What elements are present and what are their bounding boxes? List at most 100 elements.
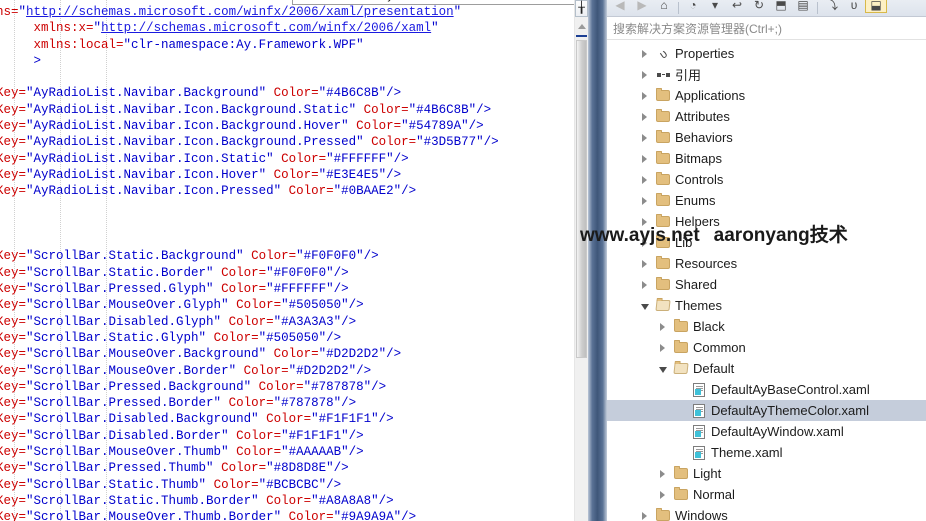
- xaml-code-editor[interactable]: ResourceDictionary ctionary xmlns="http:…: [0, 0, 588, 521]
- code-token: x:Key=: [0, 249, 27, 264]
- forward-button[interactable]: ▶: [631, 0, 653, 13]
- chevron-right-icon[interactable]: [637, 64, 653, 85]
- chevron-right-icon[interactable]: [655, 484, 671, 505]
- code-text-area[interactable]: ctionary xmlns="http://schemas.microsoft…: [0, 0, 575, 521]
- pane-splitter[interactable]: [588, 0, 607, 521]
- tree-item-light[interactable]: Light: [607, 463, 926, 484]
- code-line: olorBrush x:Key="ScrollBar.Disabled.Bord…: [0, 428, 575, 444]
- chevron-right-icon[interactable]: [655, 316, 671, 337]
- tree-item-defaultaywindow-xaml[interactable]: DefaultAyWindow.xaml: [607, 421, 926, 442]
- editor-scroll-thumb[interactable]: [576, 40, 587, 358]
- code-token: "AyRadioList.Navibar.Icon.Background.Pre…: [26, 135, 364, 150]
- folder-icon: [653, 274, 673, 295]
- chevron-right-icon[interactable]: [655, 337, 671, 358]
- chevron-down-icon[interactable]: [637, 295, 653, 316]
- chevron-right-icon[interactable]: [637, 169, 653, 190]
- tree-item-label: Behaviors: [675, 130, 733, 145]
- tree-item-shared[interactable]: Shared: [607, 274, 926, 295]
- code-token: "#F1F1F1": [281, 428, 349, 443]
- chevron-right-icon[interactable]: [637, 253, 653, 274]
- home-button[interactable]: ⌂: [653, 0, 675, 13]
- code-token: "#4B6C8B": [408, 102, 477, 117]
- pending-changes-button[interactable]: ◔: [682, 0, 704, 13]
- code-token: x:Key=: [0, 151, 27, 166]
- tree-item-properties[interactable]: ᴜ Properties: [607, 43, 926, 64]
- tree-item-bitmaps[interactable]: Bitmaps: [607, 148, 926, 169]
- folder-icon: [653, 505, 673, 521]
- tree-item-controls[interactable]: Controls: [607, 169, 926, 190]
- tree-item-[interactable]: 引用: [607, 64, 926, 85]
- preview-selected-items-button[interactable]: ⬓: [865, 0, 887, 13]
- tree-item-common[interactable]: Common: [607, 337, 926, 358]
- code-token: http://schemas.microsoft.com/winfx/2006/…: [101, 21, 432, 36]
- code-line: olorBrush x:Key="ScrollBar.MouseOver.Thu…: [0, 509, 575, 521]
- solution-explorer-search[interactable]: 搜索解决方案资源管理器(Ctrl+;): [607, 17, 926, 40]
- chevron-right-icon[interactable]: [637, 106, 653, 127]
- code-token: "#FFFFFF": [266, 282, 334, 297]
- chevron-right-icon[interactable]: [655, 463, 671, 484]
- scroll-up-arrow[interactable]: [575, 19, 588, 33]
- tree-item-defaultaybasecontrol-xaml[interactable]: DefaultAyBaseControl.xaml: [607, 379, 926, 400]
- code-token: Color=: [213, 282, 267, 297]
- code-token: "ScrollBar.Disabled.Background": [26, 412, 259, 427]
- tree-item-default[interactable]: Default: [607, 358, 926, 379]
- tree-item-label: 引用: [675, 68, 702, 83]
- tree-item-label: Normal: [693, 487, 735, 502]
- tree-item-label: Black: [693, 319, 725, 334]
- properties-button[interactable]: ᴜ: [843, 0, 865, 13]
- refresh-button[interactable]: ↻: [748, 0, 770, 13]
- code-token: "#F0F0F0": [296, 249, 364, 264]
- tree-item-resources[interactable]: Resources: [607, 253, 926, 274]
- collapse-all-button[interactable]: ⬒: [770, 0, 792, 13]
- chevron-right-icon[interactable]: [637, 85, 653, 106]
- editor-vertical-scrollbar[interactable]: ╁: [574, 0, 588, 521]
- wrench-icon: ᴜ: [656, 45, 670, 62]
- tree-item-themes[interactable]: Themes: [607, 295, 926, 316]
- code-token: "#F1F1F1": [311, 412, 379, 427]
- tree-item-attributes[interactable]: Attributes: [607, 106, 926, 127]
- tree-item-label: DefaultAyBaseControl.xaml: [711, 382, 870, 397]
- sync-button[interactable]: ↩: [726, 0, 748, 13]
- tree-item-normal[interactable]: Normal: [607, 484, 926, 505]
- tree-item-black[interactable]: Black: [607, 316, 926, 337]
- split-editor-button[interactable]: ╁: [575, 0, 588, 17]
- chevron-right-icon[interactable]: [637, 274, 653, 295]
- code-token: "ScrollBar.Disabled.Border": [26, 428, 229, 443]
- code-token: Color=: [273, 151, 327, 166]
- code-token: Color=: [206, 477, 259, 492]
- tree-item-defaultaythemecolor-xaml[interactable]: DefaultAyThemeColor.xaml: [607, 400, 926, 421]
- solution-explorer-toolbar: ◀ ▶ ⌂ ◔ ▾ ↩ ↻ ⬒ ▤ ⤵ ᴜ ⬓: [607, 0, 926, 17]
- chevron-right-icon[interactable]: [637, 43, 653, 64]
- tree-item-enums[interactable]: Enums: [607, 190, 926, 211]
- show-all-files-button[interactable]: ▤: [792, 0, 814, 13]
- chevron-right-icon[interactable]: [637, 190, 653, 211]
- code-token: Color=: [348, 119, 402, 134]
- chevron-right-icon[interactable]: [637, 148, 653, 169]
- tree-item-applications[interactable]: Applications: [607, 85, 926, 106]
- chevron-right-icon[interactable]: [637, 505, 653, 521]
- tree-item-label: Properties: [675, 46, 735, 61]
- code-token: Color=: [221, 314, 274, 329]
- tree-item-label: Enums: [675, 193, 716, 208]
- chevron-right-icon[interactable]: [637, 127, 653, 148]
- code-token: />: [386, 167, 402, 182]
- folder-open-icon: [653, 295, 673, 316]
- tree-item-windows[interactable]: Windows: [607, 505, 926, 521]
- tree-item-behaviors[interactable]: Behaviors: [607, 127, 926, 148]
- code-token: x:Key=: [0, 314, 27, 329]
- code-line: olorBrush x:Key="AyRadioList.Navibar.Ico…: [0, 183, 575, 199]
- back-button[interactable]: ◀: [609, 0, 631, 13]
- tree-item-label: Common: [693, 340, 746, 355]
- code-token: xmlns=: [0, 5, 19, 19]
- code-line: olorBrush x:Key="ScrollBar.Static.Glyph"…: [0, 330, 575, 346]
- code-token: x:Key=: [0, 510, 27, 521]
- view-designer-button[interactable]: ⤵: [821, 0, 843, 13]
- tree-item-theme-xaml[interactable]: Theme.xaml: [607, 442, 926, 463]
- code-token: Color=: [266, 167, 319, 182]
- chevron-down-icon[interactable]: [655, 358, 671, 379]
- code-token: "ScrollBar.Static.Border": [26, 265, 214, 280]
- chevron-down-icon[interactable]: ▾: [704, 0, 726, 13]
